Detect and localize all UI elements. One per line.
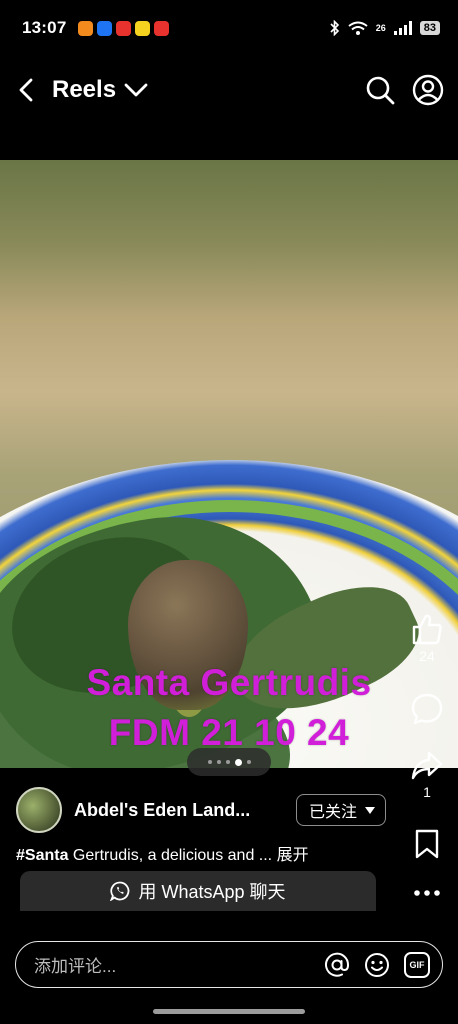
status-bar: 13:07 26 83 xyxy=(0,0,458,56)
more-icon xyxy=(414,890,440,896)
share-icon xyxy=(411,751,443,780)
notification-icons xyxy=(78,20,170,36)
carousel-dot xyxy=(216,760,221,764)
reels-dropdown-button[interactable] xyxy=(124,77,150,103)
avatar[interactable] xyxy=(16,787,62,833)
chevron-down-icon xyxy=(124,83,148,97)
like-count: 24 xyxy=(419,648,435,664)
search-button[interactable] xyxy=(364,74,396,106)
follow-button[interactable]: 已关注 xyxy=(295,794,386,826)
comment-input[interactable]: 添加评论... xyxy=(34,952,116,977)
system-icons: 26 83 xyxy=(330,20,440,36)
battery-indicator: 83 xyxy=(419,21,440,35)
wifi-icon xyxy=(348,21,368,35)
app-notification-icon xyxy=(78,20,94,36)
home-indicator[interactable] xyxy=(153,1009,305,1014)
network-type: 26 xyxy=(375,23,386,33)
search-icon xyxy=(366,76,395,105)
post-caption[interactable]: #Santa Gertrudis, a delicious and ... 展开 xyxy=(16,845,396,867)
whatsapp-chat-button[interactable]: 用 WhatsApp 聊天 xyxy=(20,871,376,911)
whatsapp-label: 用 WhatsApp 聊天 xyxy=(138,882,286,902)
comment-button[interactable] xyxy=(406,692,448,726)
app-notification-icon xyxy=(135,20,151,36)
profile-icon xyxy=(412,74,444,106)
app-notification-icon xyxy=(154,20,170,36)
share-button[interactable]: 1 xyxy=(406,748,448,800)
author-row: Abdel's Eden Land... 已关注 xyxy=(16,786,386,834)
carousel-dot xyxy=(246,760,251,764)
overlay-title: Santa Gertrudis xyxy=(86,662,372,703)
comment-bar[interactable]: 添加评论... GIF xyxy=(15,941,443,988)
like-button[interactable]: 24 xyxy=(406,612,448,664)
carousel-dot-active xyxy=(234,758,242,766)
bluetooth-icon xyxy=(330,20,339,36)
bookmark-icon xyxy=(415,829,439,859)
more-options-button[interactable] xyxy=(406,884,448,902)
messenger-icon xyxy=(97,20,113,36)
back-icon xyxy=(19,78,33,102)
author-name[interactable]: Abdel's Eden Land... xyxy=(74,800,260,821)
caption-hashtag[interactable]: #Santa xyxy=(16,847,68,864)
back-button[interactable] xyxy=(14,78,38,102)
gif-button[interactable]: GIF xyxy=(404,951,430,978)
caption-expand-link[interactable]: 展开 xyxy=(277,847,309,864)
comment-icon xyxy=(411,693,443,725)
carousel-indicator xyxy=(187,748,271,776)
app-notification-icon xyxy=(116,20,132,36)
caret-down-icon xyxy=(365,806,375,814)
mention-icon[interactable] xyxy=(324,952,350,978)
gif-label: GIF xyxy=(409,959,425,970)
profile-button[interactable] xyxy=(412,74,444,106)
page-title[interactable]: Reels xyxy=(52,76,116,104)
carousel-dot xyxy=(225,760,230,764)
carousel-dot xyxy=(207,760,212,764)
signal-icon xyxy=(393,21,412,35)
emoji-icon[interactable] xyxy=(364,952,390,978)
follow-label: 已关注 xyxy=(308,804,357,821)
thumbs-up-icon xyxy=(412,614,442,645)
save-button[interactable] xyxy=(406,828,448,860)
whatsapp-icon xyxy=(110,881,130,901)
reels-header: Reels xyxy=(0,62,458,118)
caption-text: Gertrudis, a delicious and ... xyxy=(68,847,273,864)
share-count: 1 xyxy=(423,784,431,800)
status-time: 13:07 xyxy=(22,18,67,37)
